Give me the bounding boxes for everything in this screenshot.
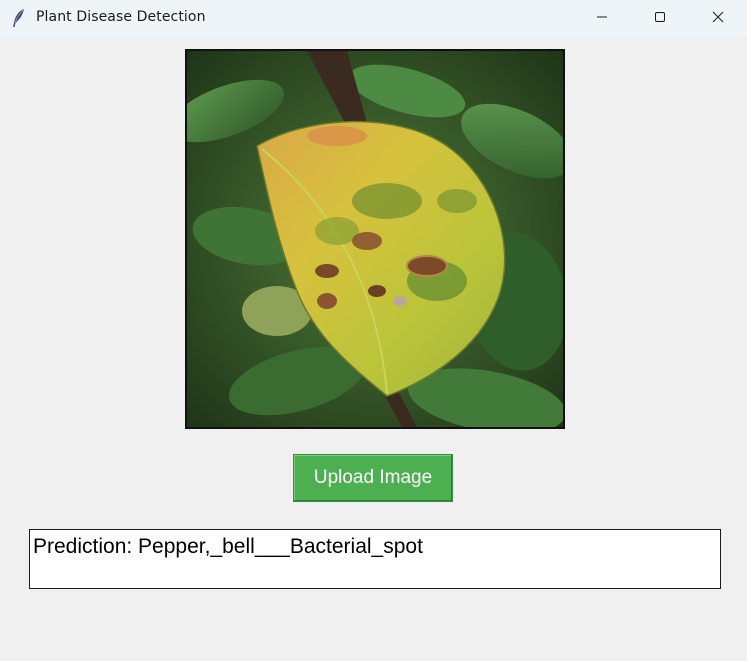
leaf-image xyxy=(185,49,565,429)
minimize-icon xyxy=(596,10,608,28)
title-bar[interactable]: Plant Disease Detection xyxy=(0,0,747,37)
app-window: Plant Disease Detection Upload Image Pre… xyxy=(0,0,747,661)
prediction-text: Prediction: Pepper,_bell___Bacterial_spo… xyxy=(33,535,423,558)
upload-image-button[interactable]: Upload Image xyxy=(293,454,453,502)
close-icon xyxy=(712,10,724,28)
feather-icon xyxy=(11,8,27,28)
window-title: Plant Disease Detection xyxy=(36,9,206,25)
close-button[interactable] xyxy=(689,0,747,37)
prediction-box: Prediction: Pepper,_bell___Bacterial_spo… xyxy=(29,529,721,589)
maximize-icon xyxy=(654,10,666,28)
minimize-button[interactable] xyxy=(573,0,631,37)
maximize-button[interactable] xyxy=(631,0,689,37)
